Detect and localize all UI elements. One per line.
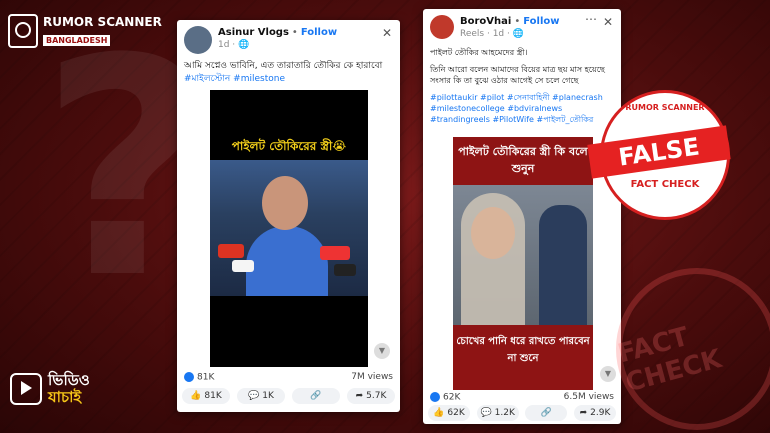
post-meta: Reels · 1d · 🌐 <box>460 29 524 39</box>
post-stats: 81K 7M views <box>184 372 393 383</box>
caption-text: আমি সপ্নেও ভাবিনি, এত তারাতারি তৌকির কে … <box>184 61 383 71</box>
comment-icon: 💬 <box>248 391 260 401</box>
avatar[interactable] <box>430 15 454 39</box>
stamp-verdict: FALSE <box>587 125 731 179</box>
author-name[interactable]: Asinur Vlogs <box>218 27 289 38</box>
stamp-brand: RUMOR SCANNER <box>625 103 705 112</box>
video-check-logo: ভিডিও যাচাই <box>10 372 90 406</box>
reel-title-overlay: পাইলট তৌকিরের স্ত্রী কি বলে শুনুন <box>458 145 588 175</box>
link-button[interactable]: 🔗 <box>292 388 340 404</box>
link-icon: 🔗 <box>310 391 322 401</box>
play-icon <box>10 373 42 405</box>
false-verdict-stamp: RUMOR SCANNER FALSE FACT CHECK <box>587 90 731 220</box>
video-frame <box>210 160 368 296</box>
share-icon: ➦ <box>355 391 364 401</box>
like-reaction-icon <box>430 392 440 402</box>
caption-line1: পাইলট তৌকির আহমেদের স্ত্রী। <box>430 48 528 57</box>
hashtags[interactable]: #pilottaukir #pilot #সেনাবাহিনী #planecr… <box>430 92 614 125</box>
post-card-asinur: Asinur Vlogs • Follow 1d · 🌐 ✕ আমি সপ্নেও … <box>177 20 400 412</box>
video-logo-line1: ভিডিও <box>48 371 90 389</box>
link-button[interactable]: 🔗 <box>525 405 568 421</box>
reel-frame <box>453 185 593 325</box>
post-meta: 1d · 🌐 <box>218 40 250 50</box>
post-stats: 62K 6.5M views <box>430 392 614 403</box>
caption-line2: তিনি আরো বলেন আমাদের বিয়ের মাত্র ছয় মা… <box>430 65 605 85</box>
post-card-borovhai: BoroVhai • Follow Reels · 1d · 🌐 ⋯ ✕ পাইলট… <box>423 9 621 424</box>
close-icon[interactable]: ✕ <box>603 15 613 29</box>
video-logo-line2: যাচাই <box>48 388 82 406</box>
stamp-fact-check: FACT CHECK <box>630 179 700 190</box>
follow-button[interactable]: Follow <box>301 27 337 38</box>
hashtags[interactable]: #মাইলস্টোন #milestone <box>184 73 393 86</box>
like-reaction-icon <box>184 372 194 382</box>
like-button[interactable]: 👍 81K <box>182 388 230 404</box>
action-bar: 👍 62K 💬 1.2K 🔗 ➦ 2.9K <box>428 405 616 421</box>
reel-thumbnail[interactable]: পাইলট তৌকিরের স্ত্রী কি বলে শুনুন চোখের … <box>453 137 593 390</box>
rumor-scanner-logo: RUMOR SCANNER BANGLADESH <box>8 14 162 48</box>
brand-country: BANGLADESH <box>43 34 111 46</box>
reel-subtitle-overlay: চোখের পানি ধরে রাখতে পারবেন না শুনে <box>456 336 590 364</box>
more-options-icon[interactable]: ⋯ <box>585 12 597 26</box>
link-icon: 🔗 <box>540 408 552 418</box>
scanner-icon <box>8 14 38 48</box>
video-thumbnail[interactable]: পাইলট তৌকিরের স্ত্রী😭 <box>210 90 368 367</box>
comment-button[interactable]: 💬 1.2K <box>476 405 519 421</box>
post-caption: পাইলট তৌকির আহমেদের স্ত্রী। তিনি আরো বলে… <box>423 41 621 125</box>
scroll-down-icon[interactable]: ▼ <box>374 343 390 359</box>
share-icon: ➦ <box>579 408 588 418</box>
thumbs-up-icon: 👍 <box>433 408 445 418</box>
avatar[interactable] <box>184 26 212 54</box>
follow-button[interactable]: Follow <box>523 16 559 27</box>
reaction-count: 81K <box>197 372 215 383</box>
view-count: 7M views <box>351 372 393 383</box>
share-button[interactable]: ➦ 5.7K <box>347 388 395 404</box>
scroll-down-icon[interactable]: ▼ <box>600 366 616 382</box>
thumbs-up-icon: 👍 <box>190 391 202 401</box>
post-caption: আমি সপ্নেও ভাবিনি, এত তারাতারি তৌকির কে … <box>177 54 400 86</box>
action-bar: 👍 81K 💬 1K 🔗 ➦ 5.7K <box>182 388 395 404</box>
close-icon[interactable]: ✕ <box>382 26 392 40</box>
video-title-overlay: পাইলট তৌকিরের স্ত্রী😭 <box>231 139 347 153</box>
post-header: Asinur Vlogs • Follow 1d · 🌐 ✕ <box>177 20 400 54</box>
reaction-count: 62K <box>443 392 461 403</box>
comment-icon: 💬 <box>480 408 492 418</box>
comment-button[interactable]: 💬 1K <box>237 388 285 404</box>
brand-name: RUMOR SCANNER <box>43 14 162 29</box>
share-button[interactable]: ➦ 2.9K <box>573 405 616 421</box>
view-count: 6.5M views <box>563 392 614 403</box>
like-button[interactable]: 👍 62K <box>428 405 470 421</box>
post-header: BoroVhai • Follow Reels · 1d · 🌐 ⋯ ✕ <box>423 9 621 41</box>
author-name[interactable]: BoroVhai <box>460 16 511 27</box>
